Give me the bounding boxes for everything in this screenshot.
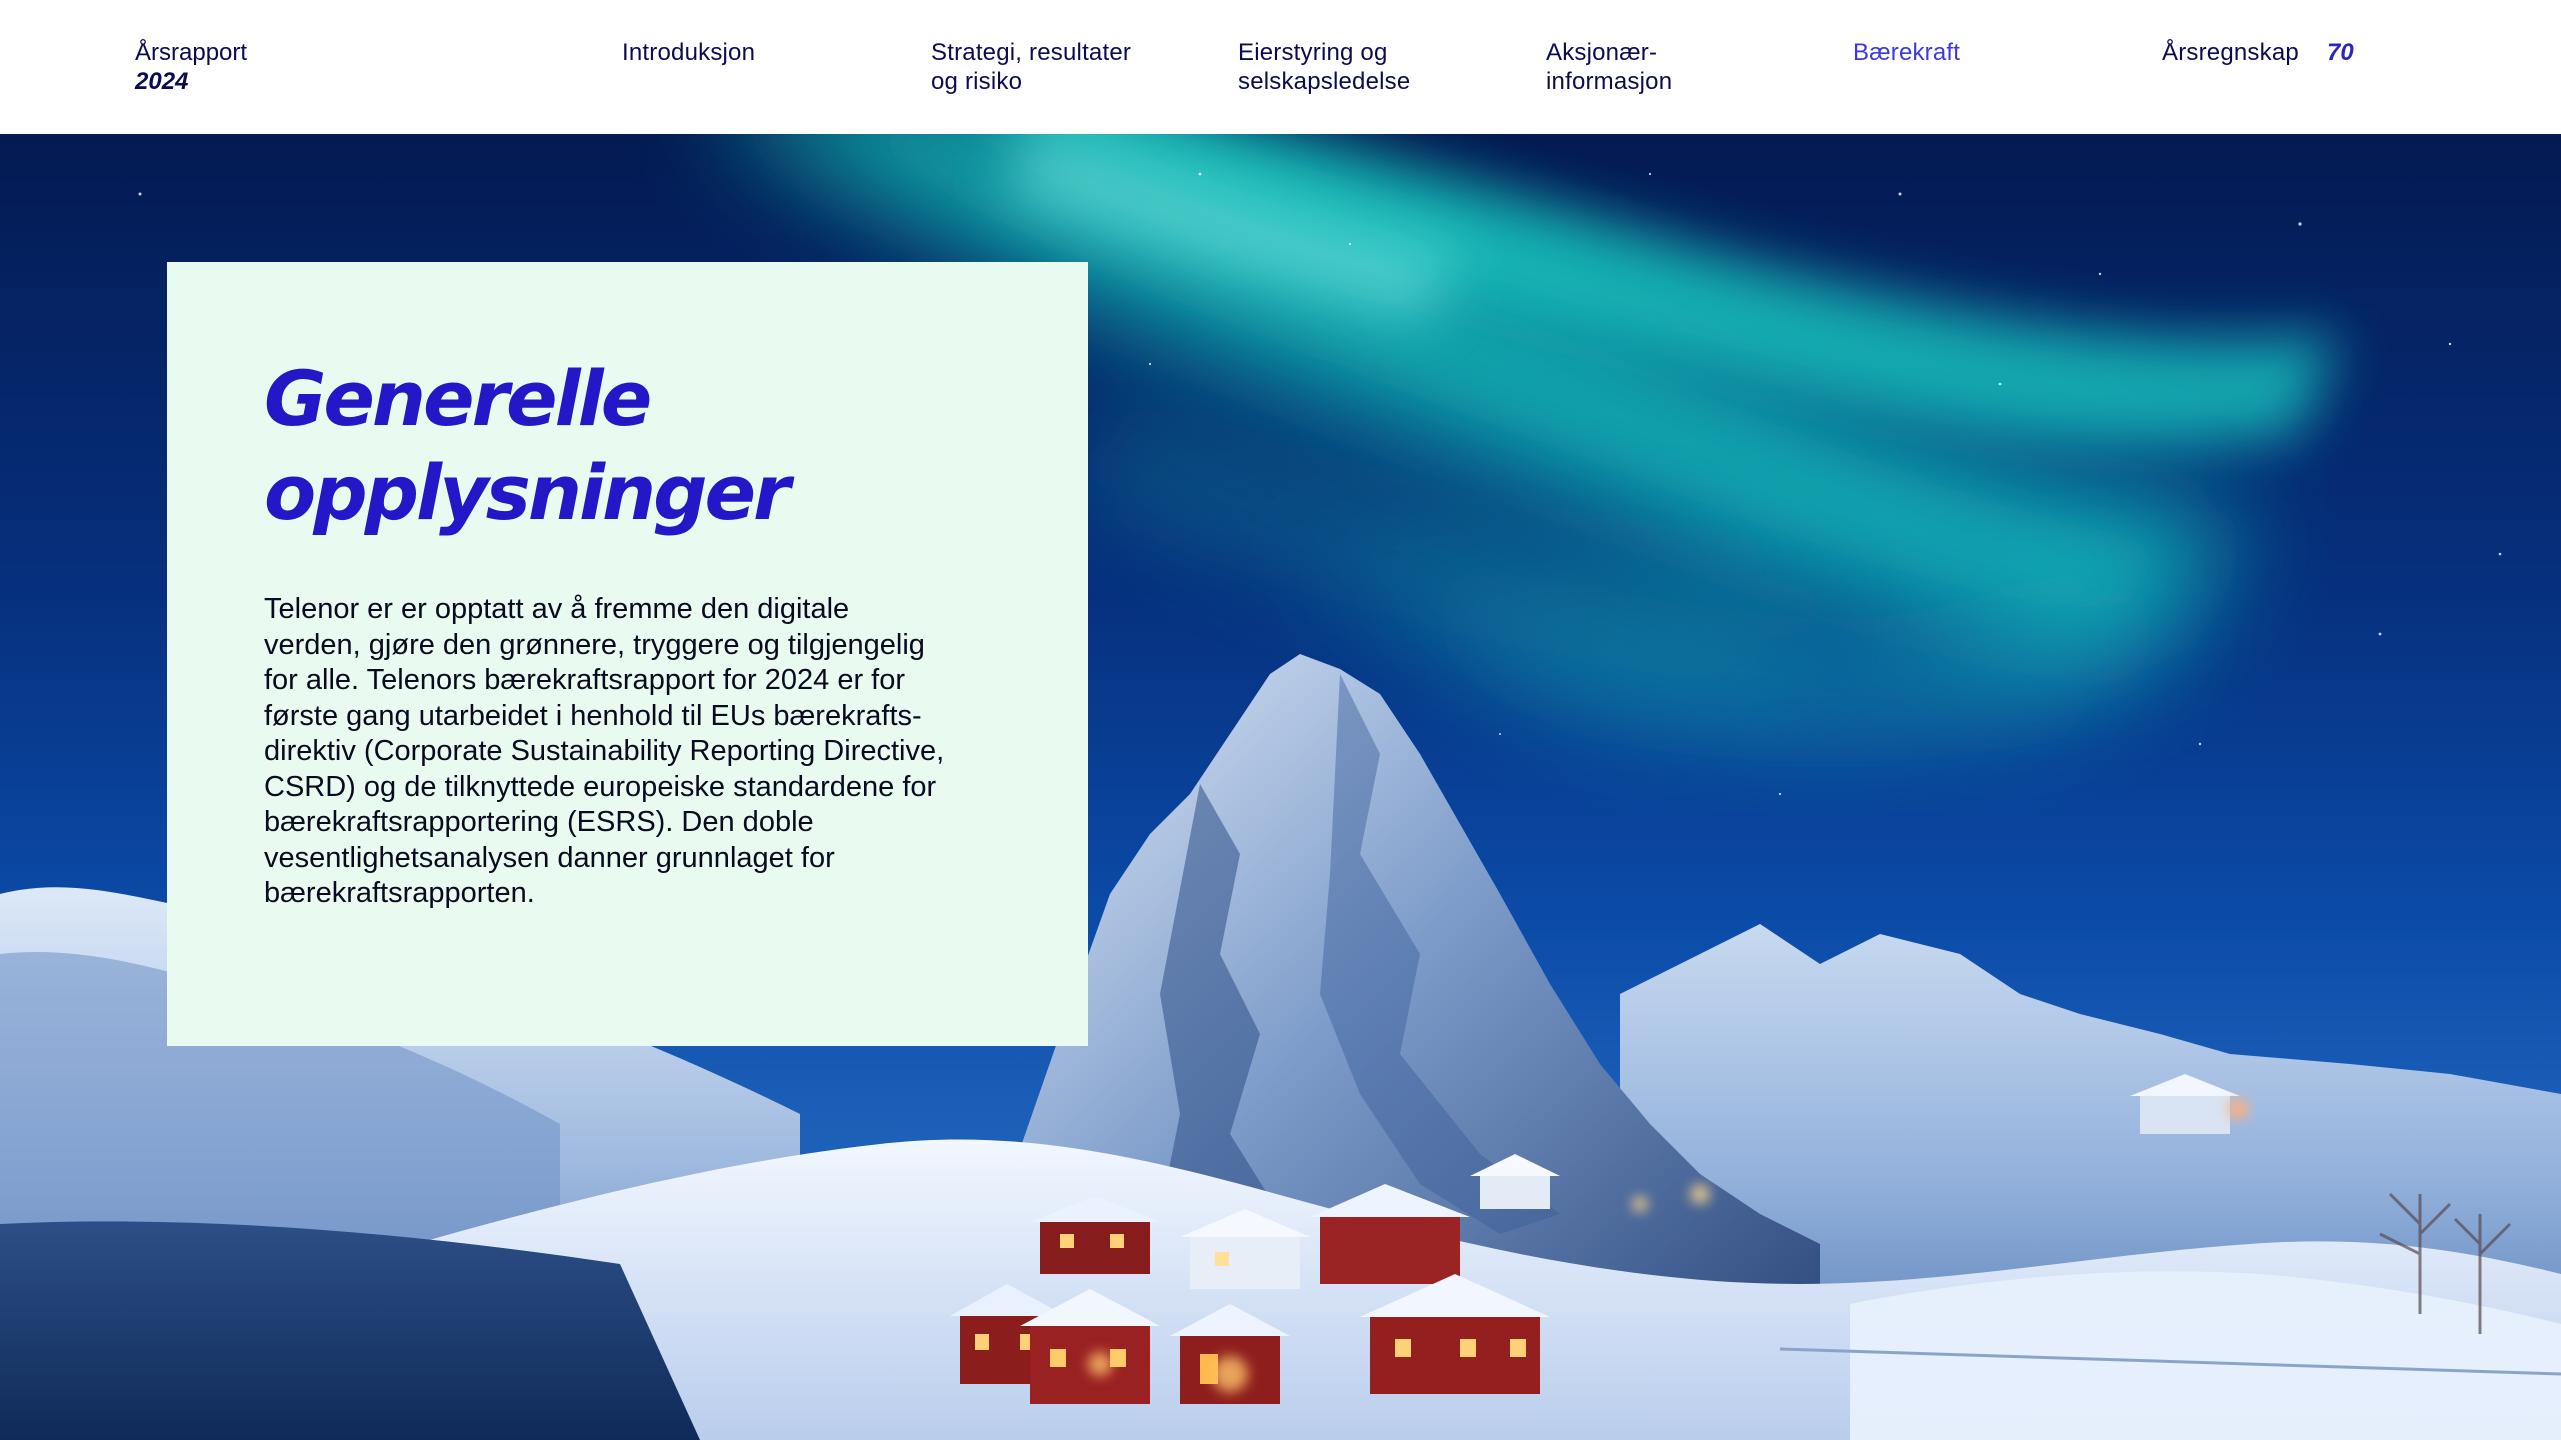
- nav-strategi[interactable]: Strategi, resultater og risiko: [931, 38, 1131, 96]
- section-intro-text: Telenor er er opptatt av å fremme den di…: [264, 593, 945, 909]
- nav-introduksjon[interactable]: Introduksjon: [622, 38, 755, 67]
- nav-baerekraft[interactable]: Bærekraft: [1853, 38, 1960, 67]
- report-page: Årsrapport 2024 Introduksjon Strategi, r…: [0, 0, 2561, 1440]
- nav-eierstyring[interactable]: Eierstyring og selskapsledelse: [1238, 38, 1410, 96]
- section-title: Generelle opplysninger: [264, 354, 791, 537]
- brand-year: 2024: [135, 68, 189, 95]
- nav-aksjonaer[interactable]: Aksjonær- informasjon: [1546, 38, 1672, 96]
- general-info-card: Generelle opplysninger Telenor er er opp…: [167, 262, 1088, 1046]
- page-number: 70: [2327, 39, 2354, 66]
- top-navigation: Årsrapport 2024 Introduksjon Strategi, r…: [0, 0, 2561, 134]
- nav-arsregnskap[interactable]: Årsregnskap: [2162, 38, 2299, 67]
- report-brand[interactable]: Årsrapport 2024: [135, 38, 247, 96]
- brand-title: Årsrapport: [135, 39, 248, 66]
